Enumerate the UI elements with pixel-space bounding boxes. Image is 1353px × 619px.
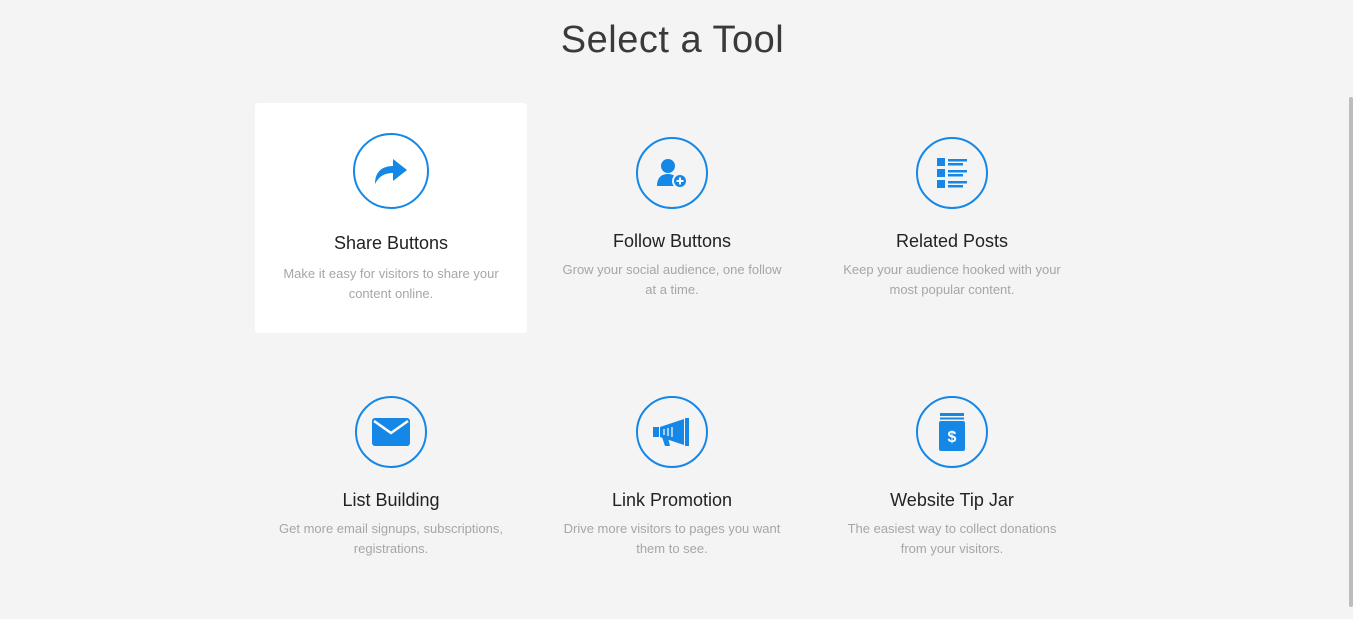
tool-description: Make it easy for visitors to share your … <box>283 266 499 301</box>
tool-title: List Building <box>342 490 440 510</box>
tool-card-related-posts[interactable]: Related Posts Keep your audience hooked … <box>816 103 1088 333</box>
tool-card-list-building[interactable]: List Building Get more email signups, su… <box>255 362 527 592</box>
tool-card-website-tip-jar[interactable]: $ Website Tip Jar The easiest way to col… <box>816 362 1088 592</box>
tool-title: Website Tip Jar <box>890 490 1014 510</box>
share-arrow-icon <box>353 133 429 209</box>
tool-title: Share Buttons <box>333 233 449 253</box>
tool-card-link-promotion[interactable]: Link Promotion Drive more visitors to pa… <box>536 362 808 592</box>
tool-title: Related Posts <box>895 231 1009 251</box>
tip-jar-icon: $ <box>916 396 988 468</box>
megaphone-icon <box>636 396 708 468</box>
envelope-icon <box>355 396 427 468</box>
tool-title: Follow Buttons <box>612 231 732 251</box>
tool-grid: Share Buttons Make it easy for visitors … <box>253 102 1095 582</box>
tool-picker-page: Select a Tool Share Buttons Make it easy… <box>0 0 1353 619</box>
list-icon <box>916 137 988 209</box>
list-icon-glyph <box>937 158 967 188</box>
tool-description: Get more email signups, subscriptions, r… <box>279 521 503 556</box>
envelope-icon-glyph <box>372 418 410 446</box>
tool-description: Drive more visitors to pages you want th… <box>563 521 781 556</box>
scrollbar-thumb[interactable] <box>1349 97 1353 607</box>
tool-description: Grow your social audience, one follow at… <box>562 262 782 297</box>
tool-card-share-buttons[interactable]: Share Buttons Make it easy for visitors … <box>255 103 527 333</box>
tool-description: The easiest way to collect donations fro… <box>847 521 1057 556</box>
megaphone-icon-glyph <box>653 418 689 446</box>
tool-title: Link Promotion <box>611 490 733 510</box>
tip-jar-icon-glyph: $ <box>939 413 965 451</box>
page-title: Select a Tool <box>560 19 785 61</box>
svg-text:$: $ <box>948 429 957 446</box>
share-arrow-icon-glyph <box>375 159 407 184</box>
tool-description: Keep your audience hooked with your most… <box>843 262 1061 297</box>
follow-user-icon <box>636 137 708 209</box>
follow-user-icon-glyph <box>657 159 688 189</box>
tool-card-follow-buttons[interactable]: Follow Buttons Grow your social audience… <box>536 103 808 333</box>
